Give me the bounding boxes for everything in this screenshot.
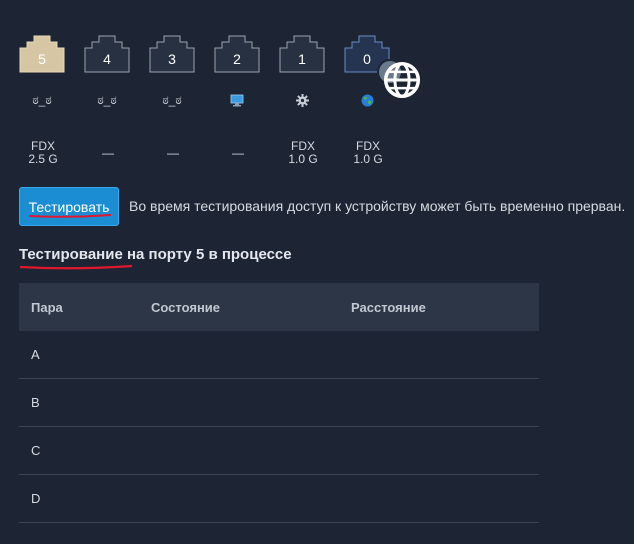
- port-number: 2: [233, 51, 241, 67]
- underline-annotation: [19, 264, 133, 270]
- computer-icon: [214, 92, 260, 108]
- table-row: C: [19, 427, 539, 475]
- underline-annotation: [28, 214, 112, 218]
- globe-icon: [344, 92, 390, 108]
- test-warning-text: Во время тестирования доступ к устройств…: [129, 198, 626, 214]
- port-speed: —: [167, 146, 179, 160]
- port-speed: —: [102, 146, 114, 160]
- port-number: 3: [168, 51, 176, 67]
- cable-disconnected-icon: ಠ_ಠ: [162, 93, 182, 107]
- globe-icon: [377, 59, 421, 99]
- port-speed: FDX 1.0 G: [288, 139, 318, 166]
- column-header-distance: Расстояние: [351, 299, 426, 315]
- port-speed: FDX 2.5 G: [28, 139, 58, 166]
- column-header-state: Состояние: [151, 299, 221, 315]
- port-speed: FDX 1.0 G: [353, 139, 383, 166]
- test-button[interactable]: Тестировать: [19, 187, 119, 226]
- column-header-pair: Пара: [31, 299, 63, 315]
- gear-icon: [279, 92, 325, 108]
- port-0-wan[interactable]: 0: [344, 35, 421, 99]
- port-4[interactable]: 4: [84, 35, 130, 73]
- port-3[interactable]: 3: [149, 35, 195, 73]
- port-number: 4: [103, 51, 111, 67]
- table-header: Пара Состояние Расстояние: [19, 283, 539, 331]
- port-speed: —: [232, 146, 244, 160]
- port-5[interactable]: 5: [19, 35, 65, 73]
- table-row: B: [19, 379, 539, 427]
- port-number: 1: [298, 51, 306, 67]
- port-1[interactable]: 1: [279, 35, 325, 73]
- table-row: D: [19, 475, 539, 523]
- cable-disconnected-icon: ಠ_ಠ: [97, 93, 117, 107]
- cable-disconnected-icon: ಠ_ಠ: [32, 93, 52, 107]
- table-row: A: [19, 331, 539, 379]
- port-2[interactable]: 2: [214, 35, 260, 73]
- cable-test-table: Пара Состояние Расстояние A B C D: [19, 283, 539, 523]
- test-status-title: Тестирование на порту 5 в процессе: [19, 246, 292, 263]
- port-number: 5: [38, 51, 46, 67]
